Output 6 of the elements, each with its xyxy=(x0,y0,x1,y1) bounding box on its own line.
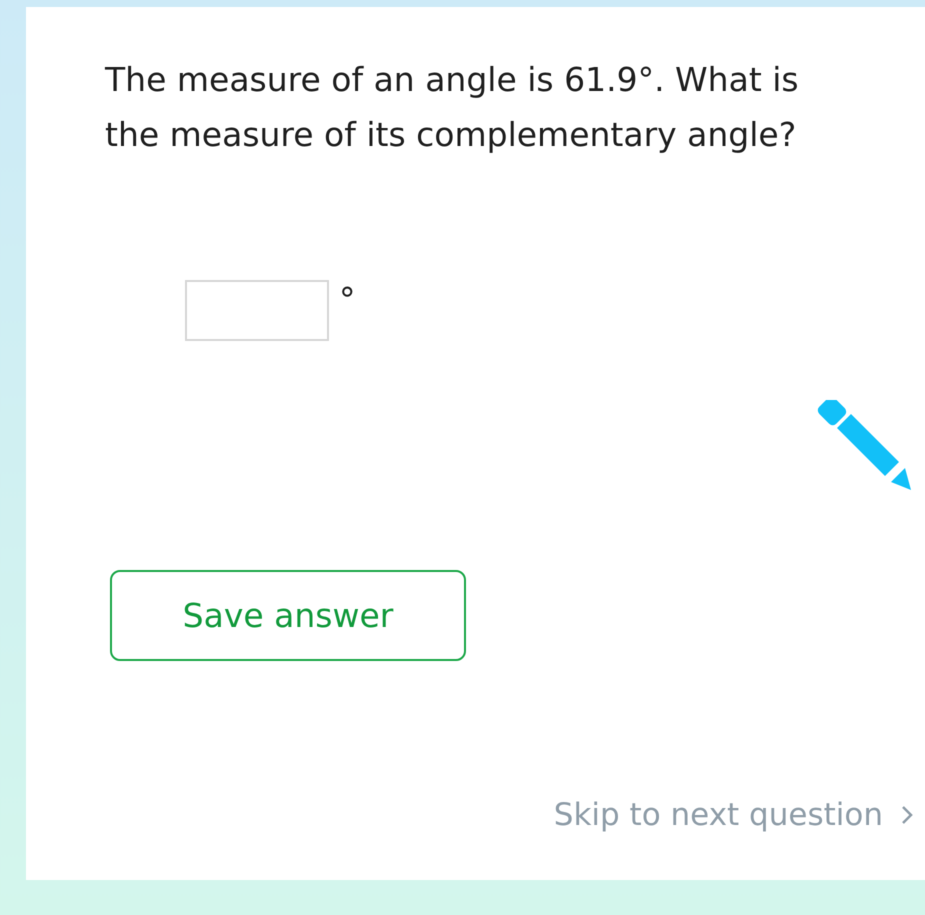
skip-link[interactable]: Skip to next question xyxy=(554,792,883,838)
answer-field[interactable] xyxy=(185,280,329,341)
save-answer-button[interactable]: Save answer xyxy=(110,570,466,661)
question-text: The measure of an angle is 61.9°. What is the measure of its complementary angle? xyxy=(105,59,800,156)
chevron-right-icon xyxy=(901,805,913,826)
degree-unit: ° xyxy=(339,280,356,320)
